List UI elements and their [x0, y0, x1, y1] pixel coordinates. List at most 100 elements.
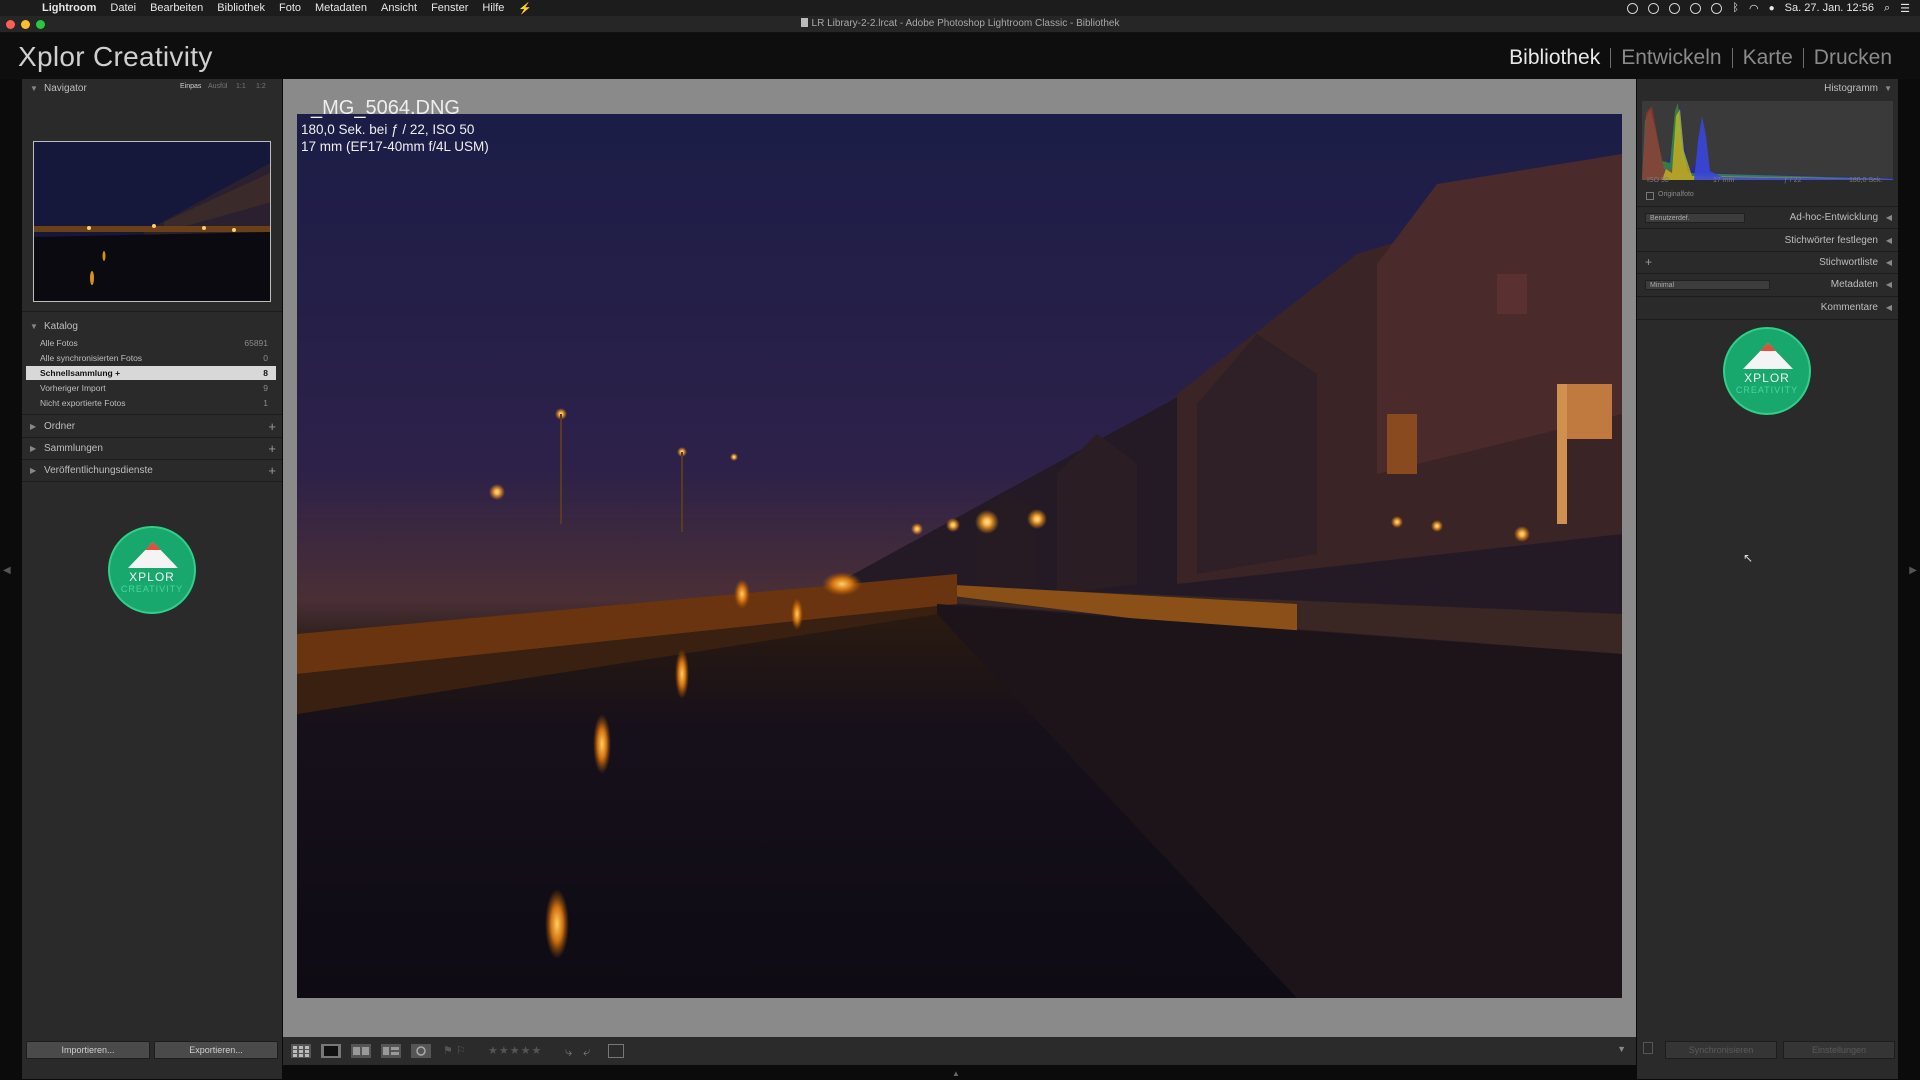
add-keyword-icon[interactable]: + — [1645, 255, 1652, 269]
comments-header[interactable]: Kommentare ◀ — [1637, 298, 1898, 318]
loupe-view[interactable]: _MG_5064.DNG 180,0 Sek. bei ƒ / 22, ISO … — [283, 79, 1636, 1037]
divider — [1637, 296, 1898, 297]
right-panel-toggle-icon[interactable]: ▶ — [1909, 565, 1917, 576]
folders-header[interactable]: ▶ Ordner + — [22, 417, 282, 437]
menu-metadaten[interactable]: Metadaten — [315, 2, 367, 14]
module-drucken[interactable]: Drucken — [1804, 46, 1902, 70]
saved-preset-select[interactable]: Benutzerdef. — [1645, 213, 1745, 223]
catalog-row-synced-photos[interactable]: Alle synchronisierten Fotos 0 — [26, 351, 276, 365]
user-icon[interactable]: ● — [1769, 3, 1775, 14]
zoom-1-1-button[interactable]: 1:1 — [236, 83, 246, 90]
catalog-header[interactable]: ▼ Katalog — [22, 317, 282, 337]
expand-triangle-icon[interactable]: ◀ — [1886, 258, 1892, 267]
people-view-icon[interactable] — [411, 1044, 431, 1058]
bolt-icon[interactable]: ⚡ — [518, 2, 532, 15]
wifi-icon[interactable]: ◠ — [1749, 2, 1759, 15]
collapse-triangle-icon[interactable]: ▼ — [30, 322, 38, 331]
xplor-logo: XPLOR CREATIVITY — [108, 526, 196, 614]
main-photo[interactable] — [297, 114, 1622, 998]
expand-triangle-icon[interactable]: ▶ — [30, 466, 36, 475]
status-clock-icon[interactable] — [1711, 2, 1723, 14]
histogram-header[interactable]: Histogramm ▼ — [1637, 79, 1898, 99]
collections-header[interactable]: ▶ Sammlungen + — [22, 439, 282, 459]
add-folder-icon[interactable]: + — [268, 419, 276, 434]
filmstrip-toggle-icon[interactable]: ▲ — [952, 1069, 960, 1078]
status-record-icon[interactable] — [1669, 2, 1681, 14]
divider — [22, 311, 282, 312]
zoom-fill-button[interactable]: Ausfül — [208, 83, 227, 90]
collapse-triangle-icon[interactable]: ▼ — [1884, 84, 1892, 93]
menu-foto[interactable]: Foto — [279, 2, 301, 14]
rotate-left-icon[interactable]: ⤷ — [565, 1044, 572, 1059]
status-sync-icon[interactable] — [1690, 2, 1702, 14]
expand-triangle-icon[interactable]: ◀ — [1886, 213, 1892, 222]
import-button[interactable]: Importieren... — [26, 1041, 150, 1059]
loupe-view-icon[interactable] — [321, 1044, 341, 1058]
apple-menu-icon[interactable] — [14, 2, 28, 14]
add-publish-service-icon[interactable]: + — [268, 463, 276, 478]
mountain-peak-icon — [1760, 343, 1776, 351]
status-area: ᛒ ◠ ● Sa. 27. Jan. 12:56 ⌕ ☰ — [1627, 0, 1910, 16]
catalog-row-not-exported[interactable]: Nicht exportierte Fotos 1 — [26, 396, 276, 410]
zoom-fit-button[interactable]: Einpas — [180, 83, 201, 90]
expand-triangle-icon[interactable]: ◀ — [1886, 303, 1892, 312]
metadata-header[interactable]: Minimal Metadaten ◀ — [1637, 275, 1898, 295]
compare-view-icon[interactable] — [351, 1044, 371, 1058]
quick-develop-header[interactable]: Benutzerdef. Ad-hoc-Entwicklung ◀ — [1637, 208, 1898, 228]
divider — [22, 414, 282, 415]
expand-triangle-icon[interactable]: ◀ — [1886, 236, 1892, 245]
catalog-row-all-photos[interactable]: Alle Fotos 65891 — [26, 336, 276, 350]
crop-overlay-icon[interactable] — [608, 1044, 624, 1058]
menu-hilfe[interactable]: Hilfe — [482, 2, 504, 14]
expand-triangle-icon[interactable]: ◀ — [1886, 280, 1892, 289]
menu-ansicht[interactable]: Ansicht — [381, 2, 417, 14]
menu-datei[interactable]: Datei — [110, 2, 136, 14]
bluetooth-icon[interactable]: ᛒ — [1732, 2, 1739, 14]
left-panel-toggle-icon[interactable]: ◀ — [3, 565, 11, 576]
export-button[interactable]: Exportieren... — [154, 1041, 278, 1059]
status-cloud-icon[interactable] — [1648, 2, 1660, 14]
catalog-row-previous-import[interactable]: Vorheriger Import 9 — [26, 381, 276, 395]
menu-fenster[interactable]: Fenster — [431, 2, 468, 14]
histogram-aperture: ƒ / 22 — [1784, 177, 1802, 184]
divider — [22, 437, 282, 438]
keywording-header[interactable]: Stichwörter festlegen ◀ — [1637, 231, 1898, 251]
module-entwickeln[interactable]: Entwickeln — [1611, 46, 1731, 70]
navigator-preview[interactable] — [33, 141, 271, 302]
sync-toggle-icon[interactable] — [1643, 1042, 1653, 1054]
menu-app-lightroom[interactable]: Lightroom — [42, 2, 96, 14]
histogram-graph[interactable] — [1642, 101, 1893, 180]
flag-icon[interactable]: ⚑ ⚐ — [443, 1044, 466, 1058]
module-bibliothek[interactable]: Bibliothek — [1499, 46, 1610, 70]
identity-plate[interactable]: Xplor Creativity — [18, 41, 213, 73]
menu-bibliothek[interactable]: Bibliothek — [217, 2, 265, 14]
divider — [1637, 273, 1898, 274]
navigator-header[interactable]: ▼ Navigator Einpas Ausfül 1:1 1:2 — [22, 79, 282, 99]
expand-triangle-icon[interactable]: ▶ — [30, 444, 36, 453]
collapse-triangle-icon[interactable]: ▼ — [30, 84, 38, 93]
menubar-clock[interactable]: Sa. 27. Jan. 12:56 — [1785, 2, 1874, 14]
zoom-1-2-button[interactable]: 1:2 — [256, 83, 266, 90]
divider — [1637, 251, 1898, 252]
metadata-preset-select[interactable]: Minimal — [1645, 280, 1770, 290]
sync-settings-button[interactable]: Einstellungen — [1783, 1041, 1895, 1059]
publish-services-header[interactable]: ▶ Veröffentlichungsdienste + — [22, 461, 282, 481]
grid-view-icon[interactable] — [291, 1044, 311, 1058]
rotate-right-icon[interactable]: ⤶ — [583, 1044, 590, 1059]
original-photo-checkbox[interactable] — [1646, 192, 1654, 200]
rating-stars[interactable]: ★★★★★ — [488, 1044, 542, 1058]
module-karte[interactable]: Karte — [1733, 46, 1803, 70]
survey-view-icon[interactable] — [381, 1044, 401, 1058]
photo-exposure: 180,0 Sek. bei ƒ / 22, ISO 50 — [301, 122, 475, 137]
add-collection-icon[interactable]: + — [268, 441, 276, 456]
sync-metadata-button[interactable]: Synchronisieren — [1665, 1041, 1777, 1059]
notification-center-icon[interactable]: ☰ — [1900, 2, 1910, 15]
expand-triangle-icon[interactable]: ▶ — [30, 422, 36, 431]
keyword-list-header[interactable]: + Stichwortliste ◀ — [1637, 253, 1898, 273]
menu-bearbeiten[interactable]: Bearbeiten — [150, 2, 203, 14]
night-waterfront-photo — [297, 114, 1622, 998]
status-app-icon[interactable] — [1627, 2, 1639, 14]
spotlight-search-icon[interactable]: ⌕ — [1884, 2, 1890, 15]
catalog-row-quick-collection[interactable]: Schnellsammlung + 8 — [26, 366, 276, 380]
toolbar-options-chevron-down-icon[interactable]: ▼ — [1617, 1044, 1626, 1058]
